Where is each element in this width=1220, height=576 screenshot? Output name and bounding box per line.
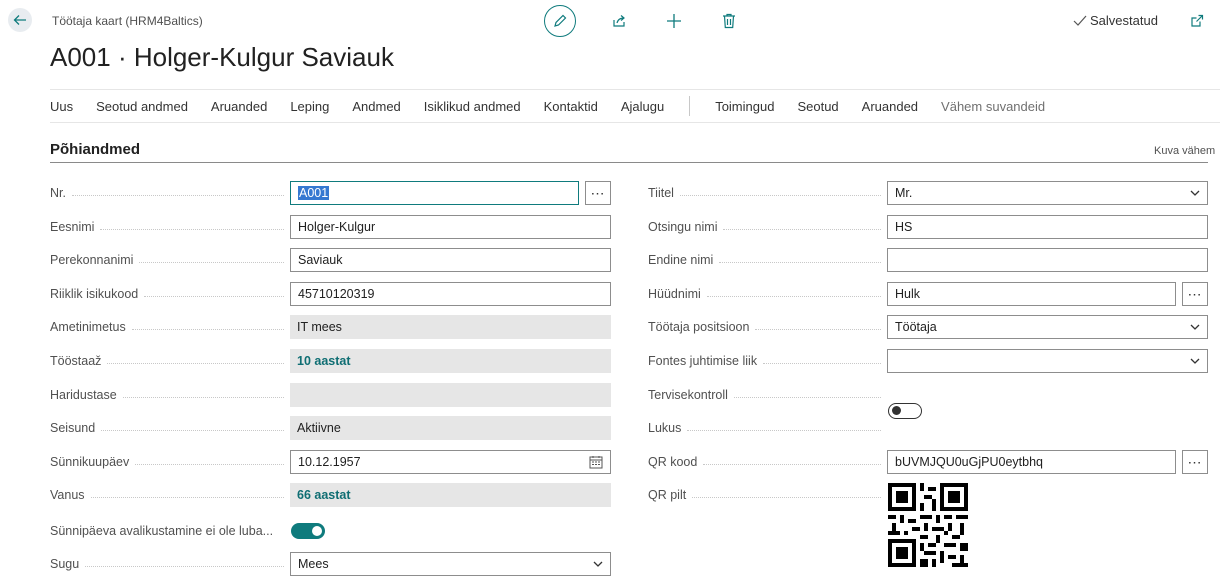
mgmt-type-label: Fontes juhtimise liik: [648, 349, 887, 373]
action-bar: Uus Seotud andmed Aruanded Leping Andmed…: [50, 89, 1220, 123]
education-label: Haridustase: [50, 383, 290, 407]
former-name-label: Endine nimi: [648, 248, 887, 272]
more-options-icon: ⋯: [1187, 453, 1203, 470]
health-check-toggle[interactable]: [888, 403, 922, 419]
trash-icon: [723, 13, 735, 29]
first-name-field[interactable]: Holger-Kulgur: [290, 215, 611, 239]
chevron-down-icon: [1190, 190, 1200, 196]
last-name-field[interactable]: Saviauk: [290, 248, 611, 272]
nav-related-data[interactable]: Seotud andmed: [96, 99, 188, 114]
share-icon: [613, 15, 625, 27]
nav-history[interactable]: Ajalugu: [621, 99, 664, 114]
last-name-label: Perekonnanimi: [50, 248, 290, 272]
nav-personal-data[interactable]: Isiklikud andmed: [424, 99, 521, 114]
more-options-icon: ⋯: [1187, 285, 1203, 302]
nav-data[interactable]: Andmed: [352, 99, 400, 114]
first-name-label: Eesnimi: [50, 215, 290, 239]
qr-code-label: QR kood: [648, 450, 887, 474]
nav-related[interactable]: Seotud: [797, 99, 838, 114]
nav-actions[interactable]: Toimingud: [715, 99, 774, 114]
more-options-icon: ⋯: [590, 184, 606, 201]
nav-contacts[interactable]: Kontaktid: [544, 99, 598, 114]
search-name-label: Otsingu nimi: [648, 215, 887, 239]
chevron-down-icon: [1190, 358, 1200, 364]
birth-date-label: Sünnikuupäev: [50, 450, 290, 474]
breadcrumb: Töötaja kaart (HRM4Baltics): [52, 14, 203, 28]
nickname-field[interactable]: Hulk: [887, 282, 1176, 306]
share-button[interactable]: [608, 10, 630, 32]
age-label: Vanus: [50, 483, 290, 507]
position-label: Töötaja positsioon: [648, 315, 887, 339]
pencil-icon: [554, 14, 567, 27]
page-title: A001 · Holger-Kulgur Saviauk: [50, 42, 394, 72]
nav-reports-2[interactable]: Aruanded: [862, 99, 918, 114]
delete-button[interactable]: [718, 10, 740, 32]
chevron-down-icon: [1190, 324, 1200, 330]
health-check-label: Tervisekontroll: [648, 383, 887, 407]
personal-code-label: Riiklik isikukood: [50, 282, 290, 306]
open-new-window-button[interactable]: [1186, 10, 1208, 32]
section-divider: [50, 162, 1208, 163]
search-name-field[interactable]: HS: [887, 215, 1208, 239]
mgmt-type-select[interactable]: [887, 349, 1208, 373]
personal-code-field[interactable]: 45710120319: [290, 282, 611, 306]
plus-icon: [667, 14, 681, 28]
new-button[interactable]: [663, 10, 685, 32]
qr-image-label: QR pilt: [648, 483, 887, 507]
edit-button[interactable]: [544, 5, 576, 37]
qr-code-field[interactable]: bUVMJQU0uGjPU0eytbhq: [887, 450, 1176, 474]
locked-label: Lukus: [648, 416, 887, 440]
nav-fewer-options[interactable]: Vähem suvandeid: [941, 99, 1045, 114]
back-button[interactable]: [8, 8, 32, 32]
title-select[interactable]: Mr.: [887, 181, 1208, 205]
gender-select[interactable]: Mees: [290, 552, 611, 576]
position-select[interactable]: Töötaja: [887, 315, 1208, 339]
status-field: Aktiivne: [290, 416, 611, 440]
arrow-left-icon: [13, 15, 26, 25]
open-in-new-window-icon: [1191, 14, 1204, 27]
nav-contract[interactable]: Leping: [290, 99, 329, 114]
status-label: Seisund: [50, 416, 290, 440]
job-title-field: IT mees: [290, 315, 611, 339]
nav-reports[interactable]: Aruanded: [211, 99, 267, 114]
section-title: Põhiandmed: [50, 141, 141, 158]
nav-new[interactable]: Uus: [50, 99, 73, 114]
save-status-text: Salvestatud: [1090, 13, 1158, 28]
nav-divider: [689, 96, 691, 116]
nr-label: Nr.: [50, 181, 290, 205]
job-title-label: Ametinimetus: [50, 315, 290, 339]
seniority-label: Tööstaaž: [50, 349, 290, 373]
save-status: Salvestatud: [1073, 13, 1158, 28]
former-name-field[interactable]: [887, 248, 1208, 272]
birthday-public-label: Sünnipäeva avalikustamine ei ole luba...: [50, 524, 274, 538]
qr-image: [888, 483, 968, 567]
nickname-assist-button[interactable]: ⋯: [1182, 282, 1208, 306]
nr-field[interactable]: A001: [290, 181, 579, 205]
nickname-label: Hüüdnimi: [648, 282, 887, 306]
qr-code-assist-button[interactable]: ⋯: [1182, 450, 1208, 474]
nr-assist-button[interactable]: ⋯: [585, 181, 611, 205]
birth-date-field[interactable]: 10.12.1957: [290, 450, 611, 474]
gender-label: Sugu: [50, 552, 290, 576]
calendar-icon[interactable]: [589, 455, 603, 469]
age-field[interactable]: 66 aastat: [290, 483, 611, 507]
show-less-link[interactable]: Kuva vähem: [1154, 145, 1215, 157]
education-field: [290, 383, 611, 407]
seniority-field[interactable]: 10 aastat: [290, 349, 611, 373]
checkmark-icon: [1073, 15, 1087, 26]
birthday-public-toggle[interactable]: [291, 523, 325, 539]
chevron-down-icon: [593, 561, 603, 567]
title-label: Tiitel: [648, 181, 887, 205]
